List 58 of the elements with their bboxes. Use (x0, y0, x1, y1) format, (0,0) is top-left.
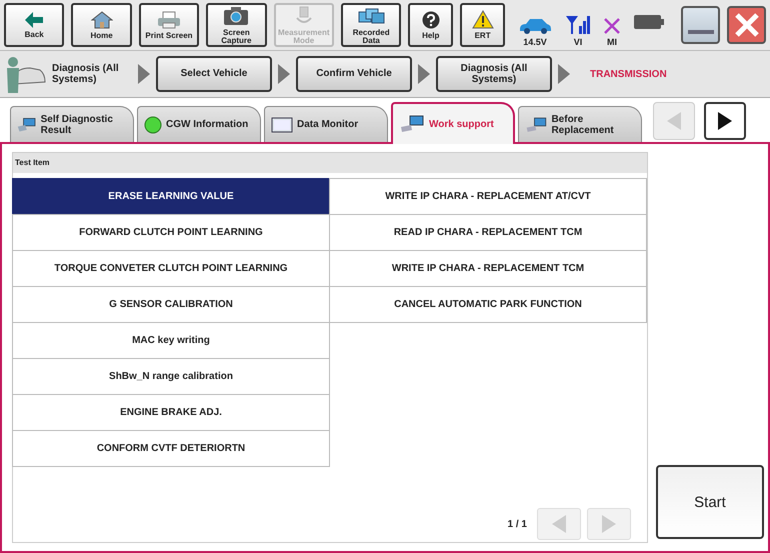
test-item[interactable]: ENGINE BRAKE ADJ. (12, 394, 330, 431)
tab[interactable]: Self Diagnostic Result (10, 106, 134, 142)
tab[interactable]: Work support (391, 102, 515, 144)
test-item[interactable]: ShBw_N range calibration (12, 358, 330, 395)
camera-icon (223, 6, 250, 26)
start-button[interactable]: Start (656, 465, 764, 539)
test-item[interactable]: MAC key writing (12, 322, 330, 359)
car-icon (518, 18, 552, 34)
toolbar-button[interactable]: Print Screen (138, 3, 200, 47)
close-button[interactable] (727, 6, 766, 44)
test-item[interactable]: FORWARD CLUTCH POINT LEARNING (12, 214, 330, 251)
tab[interactable]: Before Replacement (518, 106, 642, 142)
page-indicator: 1 / 1 (508, 518, 527, 530)
computer-icon (399, 114, 425, 134)
chevron-icon (558, 64, 570, 84)
breadcrumb-button[interactable]: Select Vehicle (156, 56, 272, 92)
monitor-icon (271, 116, 293, 132)
mechanic-car-icon (4, 54, 46, 94)
breadcrumb-label: Diagnosis (All Systems) (52, 62, 120, 86)
house-icon (90, 10, 113, 28)
minimize-icon (688, 30, 714, 34)
toolbar-button[interactable]: Recorded Data (340, 3, 402, 47)
toolbar-button[interactable]: ERT (460, 3, 505, 47)
tab-next-button[interactable] (704, 102, 746, 140)
signal-icon (566, 16, 590, 34)
gauge-icon (294, 6, 314, 26)
status-icon (144, 116, 162, 134)
close-icon (734, 13, 758, 37)
tab[interactable]: CGW Information (137, 106, 261, 142)
printer-icon (156, 10, 182, 28)
cross-icon (604, 18, 620, 34)
folders-icon (357, 6, 386, 26)
help-icon (422, 10, 440, 28)
mi-label: MI (607, 37, 617, 47)
toolbar-button[interactable]: Help (408, 3, 454, 47)
vi-label: VI (574, 37, 582, 47)
minimize-button[interactable] (681, 6, 720, 44)
column-header: Test Item (13, 153, 647, 173)
computer-icon (525, 114, 548, 134)
voltage-label: 14.5V (523, 37, 547, 47)
current-system-label: TRANSMISSION (590, 68, 667, 80)
test-item[interactable]: CONFORM CVTF DETERIORTN (12, 430, 330, 467)
left-arrow-icon (667, 112, 681, 130)
right-arrow-icon (718, 112, 732, 130)
battery-icon (634, 15, 664, 29)
tab[interactable]: Data Monitor (264, 106, 388, 142)
test-item[interactable]: WRITE IP CHARA - REPLACEMENT AT/CVT (329, 178, 647, 215)
warning-icon (472, 10, 494, 29)
arrow-icon (25, 12, 44, 28)
right-arrow-icon (602, 515, 616, 533)
breadcrumb-button[interactable]: Confirm Vehicle (296, 56, 412, 92)
breadcrumb-button[interactable]: Diagnosis (All Systems) (436, 56, 552, 92)
test-item[interactable]: ERASE LEARNING VALUE (12, 178, 330, 215)
test-item[interactable]: CANCEL AUTOMATIC PARK FUNCTION (329, 286, 647, 323)
left-arrow-icon (552, 515, 566, 533)
toolbar-button[interactable]: Screen Capture (206, 3, 267, 47)
toolbar-button[interactable]: Home (71, 3, 132, 47)
toolbar-button[interactable]: Back (4, 3, 64, 47)
